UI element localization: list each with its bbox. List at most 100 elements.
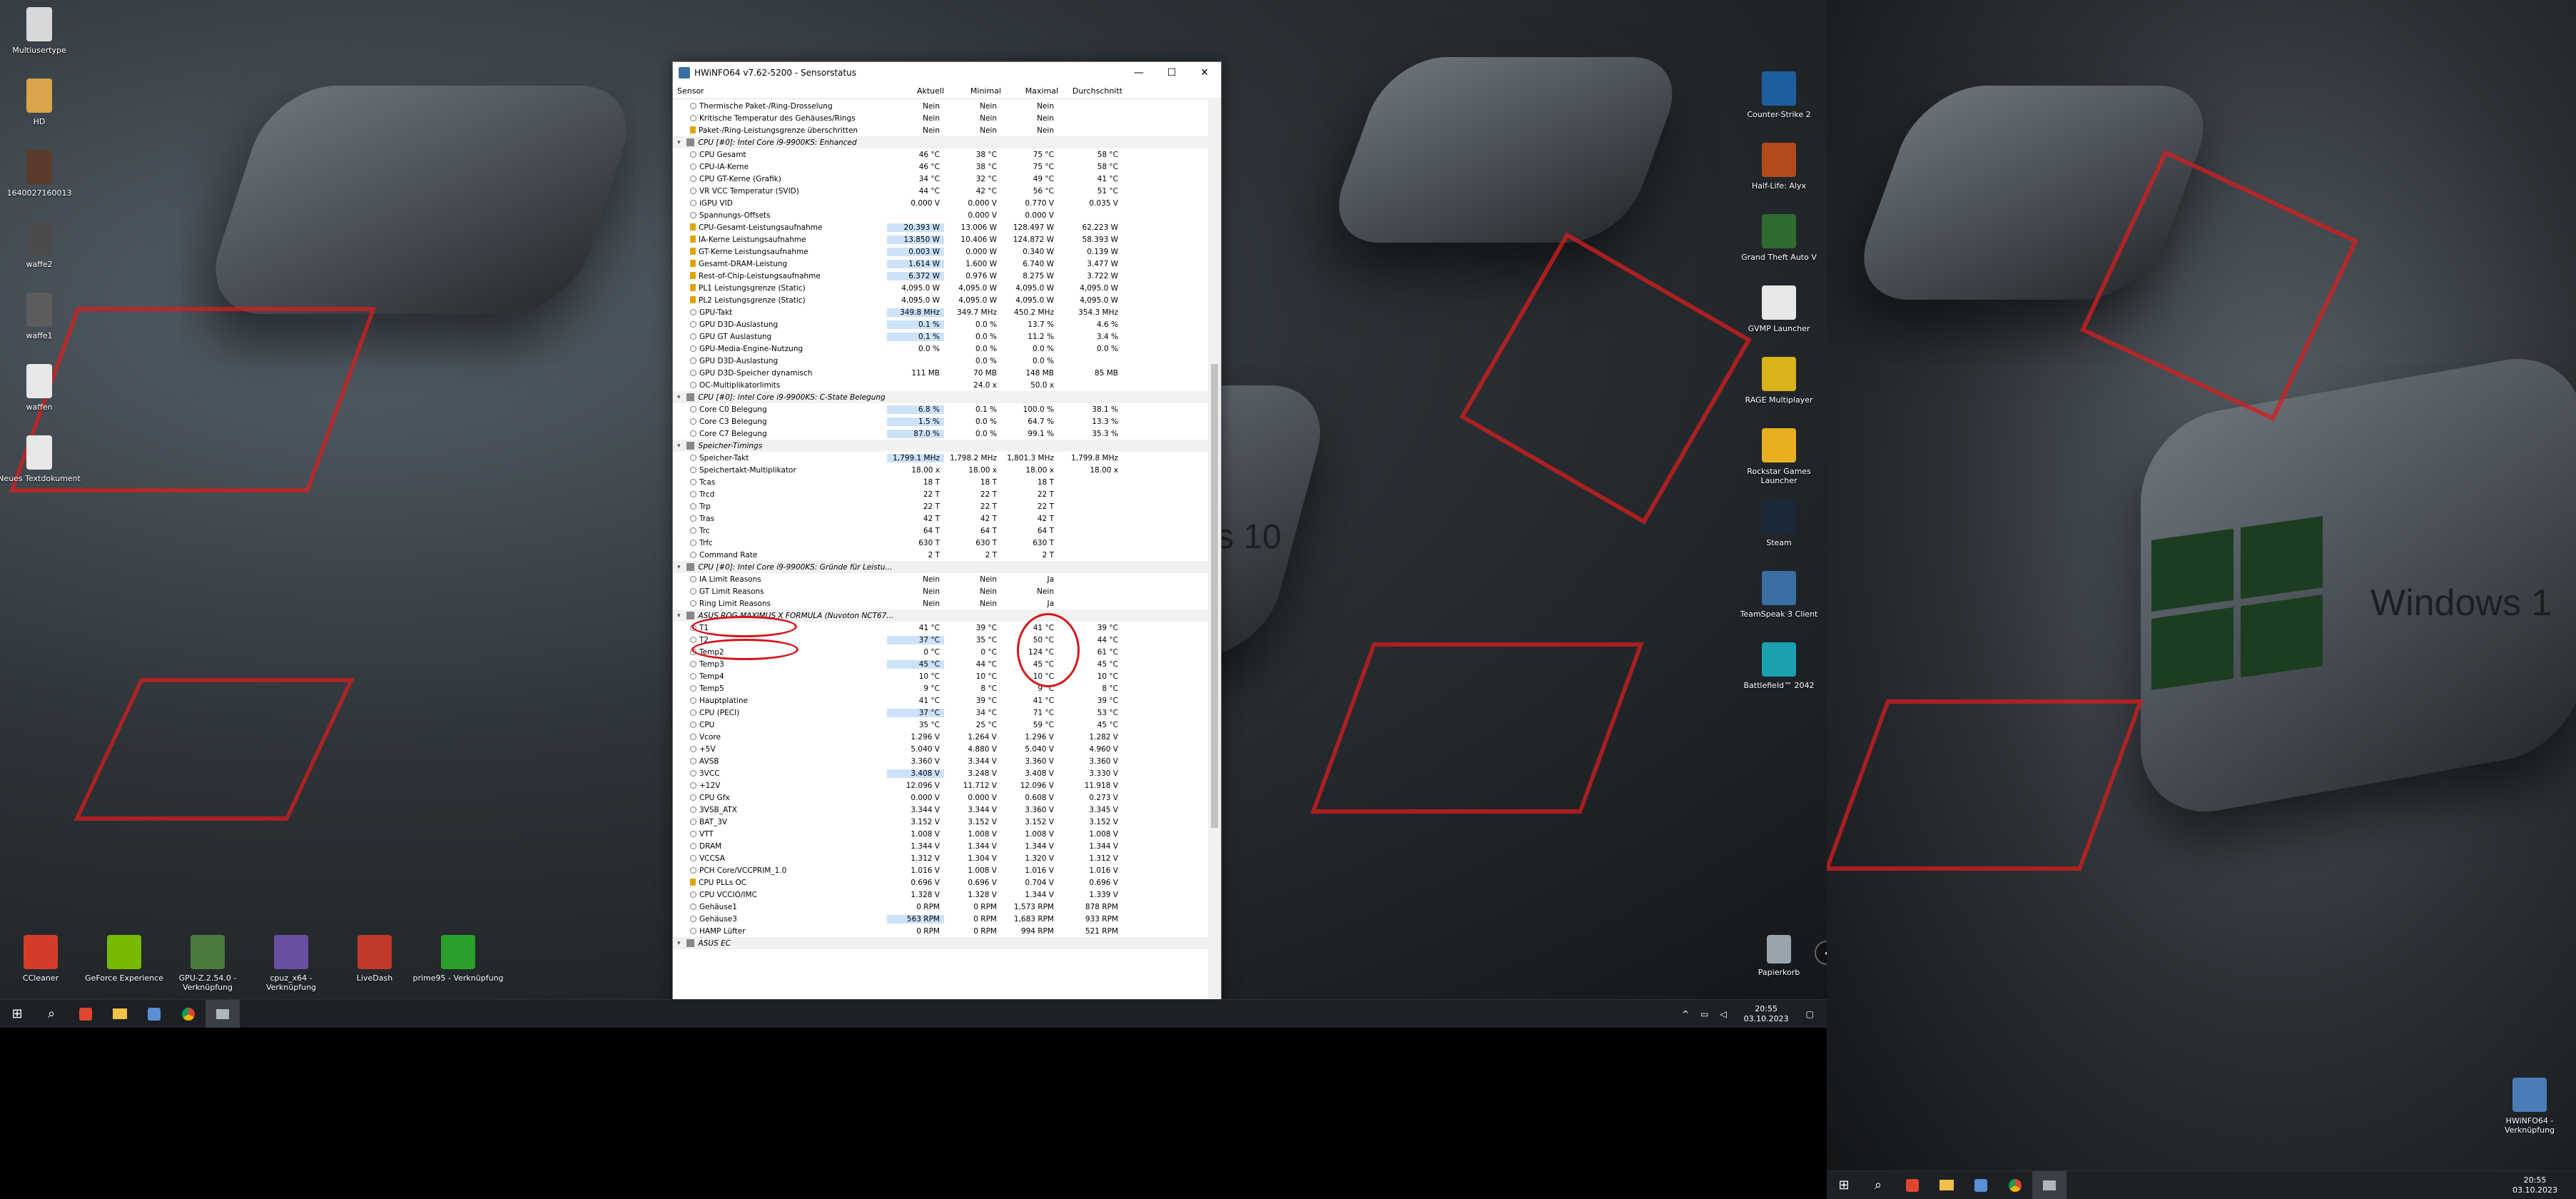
sensor-list[interactable]: Thermische Paket-/Ring-Drosselung Nein Nei… — [673, 100, 1208, 1027]
sensor-row[interactable]: Trfc 630 T 630 T 630 T — [673, 537, 1208, 549]
sensor-row[interactable]: PCH Core/VCCPRIM_1.0 1.016 V 1.008 V 1.016 … — [673, 864, 1208, 876]
scrollbar-thumb[interactable] — [1211, 364, 1218, 828]
sensor-group[interactable]: ▾ CPU [#0]: Intel Core i9-9900KS: Gründe … — [673, 561, 1208, 573]
sensor-row[interactable]: +5V 5.040 V 4.880 V 5.040 V 4.960 V — [673, 743, 1208, 755]
sensor-row[interactable]: IA Limit Reasons Nein Nein Ja — [673, 573, 1208, 585]
desktop-icon-half-life-alyx[interactable]: Half-Life: Alyx — [1733, 143, 1825, 191]
desktop-icon-geforce-experience[interactable]: GeForce Experience — [78, 935, 171, 983]
sensor-row[interactable]: CPU GT-Kerne (Grafik) 34 °C 32 °C 49 °C 41 °… — [673, 173, 1208, 185]
sensor-row[interactable]: PL1 Leistungsgrenze (Static) 4,095.0 W 4,0… — [673, 282, 1208, 294]
start-button[interactable]: ⊞ — [1827, 1171, 1861, 1199]
col-current[interactable]: Aktuell — [891, 86, 948, 96]
sensor-row[interactable]: GPU GT Auslastung 0.1 % 0.0 % 11.2 % 3.4 % — [673, 330, 1208, 343]
desktop-icon-waffe1[interactable]: waffe1 — [0, 293, 86, 340]
sensor-row[interactable]: HAMP Lüfter 0 RPM 0 RPM 994 RPM 521 RPM — [673, 925, 1208, 937]
desktop-icon-trash[interactable]: Papierkorb — [1733, 935, 1825, 977]
desktop-icon-rockstar-games-launcher[interactable]: Rockstar Games Launcher — [1733, 428, 1825, 485]
sensor-row[interactable]: Speicher-Takt 1,799.1 MHz 1,798.2 MHz 1,801… — [673, 452, 1208, 464]
desktop-icon-cpuz-x64-verkn-pfung[interactable]: cpuz_x64 - Verknüpfung — [245, 935, 338, 992]
sensor-row[interactable]: CPU-Gesamt-Leistungsaufnahme 20.393 W 13.0… — [673, 221, 1208, 233]
desktop-icon-hwinfo[interactable]: HWiNFO64 - Verknüpfung — [2483, 1078, 2576, 1135]
desktop-icon-gpu-z-2-54-0-verkn-pfung[interactable]: GPU-Z.2.54.0 - Verknüpfung — [161, 935, 254, 992]
sensor-row[interactable]: VR VCC Temperatur (SVID) 44 °C 42 °C 56 °C 5… — [673, 185, 1208, 197]
sensor-row[interactable]: Core C0 Belegung 6.8 % 0.1 % 100.0 % 38.1 % — [673, 403, 1208, 415]
close-button[interactable]: ✕ — [1188, 62, 1221, 84]
sensor-row[interactable]: PL2 Leistungsgrenze (Static) 4,095.0 W 4,0… — [673, 294, 1208, 306]
desktop-icon-1640027160013[interactable]: 1640027160013 — [0, 150, 86, 198]
explorer-icon[interactable] — [1930, 1171, 1964, 1199]
sensor-row[interactable]: Trcd 22 T 22 T 22 T — [673, 488, 1208, 500]
sensor-row[interactable]: DRAM 1.344 V 1.344 V 1.344 V 1.344 V — [673, 840, 1208, 852]
taskbar-app-icon[interactable] — [137, 1000, 171, 1028]
chrome-icon[interactable] — [1998, 1171, 2032, 1199]
sensor-row[interactable]: GPU D3D-Speicher dynamisch 111 MB 70 MB 148… — [673, 367, 1208, 379]
sensor-row[interactable]: CPU Gfx 0.000 V 0.000 V 0.608 V 0.273 V — [673, 791, 1208, 804]
desktop-icon-livedash[interactable]: LiveDash — [328, 935, 421, 983]
maximize-button[interactable]: ☐ — [1155, 62, 1188, 84]
sensor-row[interactable]: Core C7 Belegung 87.0 % 0.0 % 99.1 % 35.3 % — [673, 428, 1208, 440]
clock[interactable]: 20:55 03.10.2023 — [2512, 1175, 2557, 1195]
desktop-icon-waffen[interactable]: waffen — [0, 364, 86, 412]
expand-toggle-icon[interactable]: ▾ — [677, 612, 681, 619]
explorer-icon[interactable] — [103, 1000, 137, 1028]
sensor-row[interactable]: Temp5 9 °C 8 °C 9 °C 8 °C — [673, 682, 1208, 694]
scrollbar[interactable] — [1208, 100, 1221, 1027]
sensor-row[interactable]: IA-Kerne Leistungsaufnahme 13.850 W 10.406… — [673, 233, 1208, 246]
desktop-icon-multiusertype[interactable]: Multiusertype — [0, 7, 86, 55]
sensor-row[interactable]: 3VSB_ATX 3.344 V 3.344 V 3.360 V 3.345 V — [673, 804, 1208, 816]
sensor-row[interactable]: Temp4 10 °C 10 °C 10 °C 10 °C — [673, 670, 1208, 682]
sensor-row[interactable]: VCCSA 1.312 V 1.304 V 1.320 V 1.312 V — [673, 852, 1208, 864]
sensor-row[interactable]: Speichertakt-Multiplikator 18.00 x 18.00 x… — [673, 464, 1208, 476]
sensor-row[interactable]: iGPU VID 0.000 V 0.000 V 0.770 V 0.035 V — [673, 197, 1208, 209]
expand-toggle-icon[interactable]: ▾ — [677, 564, 681, 571]
hwinfo-taskbar-icon[interactable] — [2032, 1170, 2067, 1199]
sensor-row[interactable]: CPU VCCIO/IMC 1.328 V 1.328 V 1.344 V 1.339 … — [673, 889, 1208, 901]
expand-toggle-icon[interactable]: ▾ — [677, 139, 681, 146]
sensor-row[interactable]: Kritische Temperatur des Gehäuses/Rings N… — [673, 112, 1208, 124]
sensor-row[interactable]: BAT_3V 3.152 V 3.152 V 3.152 V 3.152 V — [673, 816, 1208, 828]
sensor-row[interactable]: Vcore 1.296 V 1.264 V 1.296 V 1.282 V — [673, 731, 1208, 743]
sensor-row[interactable]: GPU D3D-Auslastung 0.1 % 0.0 % 13.7 % 4.6 % — [673, 318, 1208, 330]
sensor-row[interactable]: Core C3 Belegung 1.5 % 0.0 % 64.7 % 13.3 % — [673, 415, 1208, 428]
sensor-row[interactable]: Gehäuse3 563 RPM 0 RPM 1,683 RPM 933 RPM — [673, 913, 1208, 925]
sensor-row[interactable]: CPU (PECI) 37 °C 34 °C 71 °C 53 °C — [673, 707, 1208, 719]
desktop-icon-waffe2[interactable]: waffe2 — [0, 221, 86, 269]
search-icon[interactable]: ⌕ — [34, 1000, 69, 1028]
sensor-row[interactable]: Thermische Paket-/Ring-Drosselung Nein Nei… — [673, 100, 1208, 112]
sensor-row[interactable]: Tras 42 T 42 T 42 T — [673, 512, 1208, 525]
desktop-icon-neues-textdokument[interactable]: Neues Textdokument — [0, 435, 86, 483]
notification-icon[interactable]: ▢ — [1806, 1009, 1814, 1019]
start-button[interactable]: ⊞ — [0, 1000, 34, 1028]
col-sensor[interactable]: Sensor — [677, 86, 891, 96]
desktop-icon-prime95-verkn-pfung[interactable]: prime95 - Verknüpfung — [412, 935, 504, 983]
sensor-group[interactable]: ▾ CPU [#0]: Intel Core i9-9900KS: Enhance… — [673, 136, 1208, 148]
desktop-icon-counter-strike-2[interactable]: Counter-Strike 2 — [1733, 71, 1825, 119]
sensor-row[interactable]: Hauptplatine 41 °C 39 °C 41 °C 39 °C — [673, 694, 1208, 707]
desktop-icon-grand-theft-auto-v[interactable]: Grand Theft Auto V — [1733, 214, 1825, 262]
col-avg[interactable]: Durchschnitt — [1063, 86, 1127, 96]
sensor-row[interactable]: Spannungs-Offsets 0.000 V 0.000 V — [673, 209, 1208, 221]
volume-icon[interactable]: ◁ — [1720, 1009, 1726, 1019]
sensor-row[interactable]: Command Rate 2 T 2 T 2 T — [673, 549, 1208, 561]
chrome-icon[interactable] — [171, 1000, 206, 1028]
sensor-row[interactable]: Rest-of-Chip-Leistungsaufnahme 6.372 W 0.9… — [673, 270, 1208, 282]
taskbar-app-icon[interactable] — [1895, 1171, 1930, 1199]
sensor-row[interactable]: CPU 35 °C 25 °C 59 °C 45 °C — [673, 719, 1208, 731]
desktop-icon-teamspeak-3-client[interactable]: TeamSpeak 3 Client — [1733, 571, 1825, 619]
taskbar-app-icon[interactable] — [69, 1000, 103, 1028]
sensor-row[interactable]: Ring Limit Reasons Nein Nein Ja — [673, 597, 1208, 609]
sensor-row[interactable]: Trp 22 T 22 T 22 T — [673, 500, 1208, 512]
tray-arrow-icon[interactable]: ^ — [1682, 1009, 1689, 1019]
sensor-row[interactable]: 3VCC 3.408 V 3.248 V 3.408 V 3.330 V — [673, 767, 1208, 779]
expand-toggle-icon[interactable]: ▾ — [677, 940, 681, 947]
sensor-row[interactable]: Tcas 18 T 18 T 18 T — [673, 476, 1208, 488]
search-icon[interactable]: ⌕ — [1861, 1171, 1895, 1199]
sensor-row[interactable]: Paket-/Ring-Leistungsgrenze überschritte… — [673, 124, 1208, 136]
sensor-row[interactable]: Gehäuse1 0 RPM 0 RPM 1,573 RPM 878 RPM — [673, 901, 1208, 913]
hwinfo-taskbar-icon[interactable] — [206, 999, 240, 1028]
desktop-icon-gvmp-launcher[interactable]: GVMP Launcher — [1733, 285, 1825, 333]
sensor-row[interactable]: Gesamt-DRAM-Leistung 1.614 W 1.600 W 6.740 … — [673, 258, 1208, 270]
desktop-icon-steam[interactable]: Steam — [1733, 500, 1825, 547]
sensor-row[interactable]: +12V 12.096 V 11.712 V 12.096 V 11.918 V — [673, 779, 1208, 791]
title-bar[interactable]: HWiNFO64 v7.62-5200 - Sensorstatus — ☐ ✕ — [673, 62, 1221, 84]
